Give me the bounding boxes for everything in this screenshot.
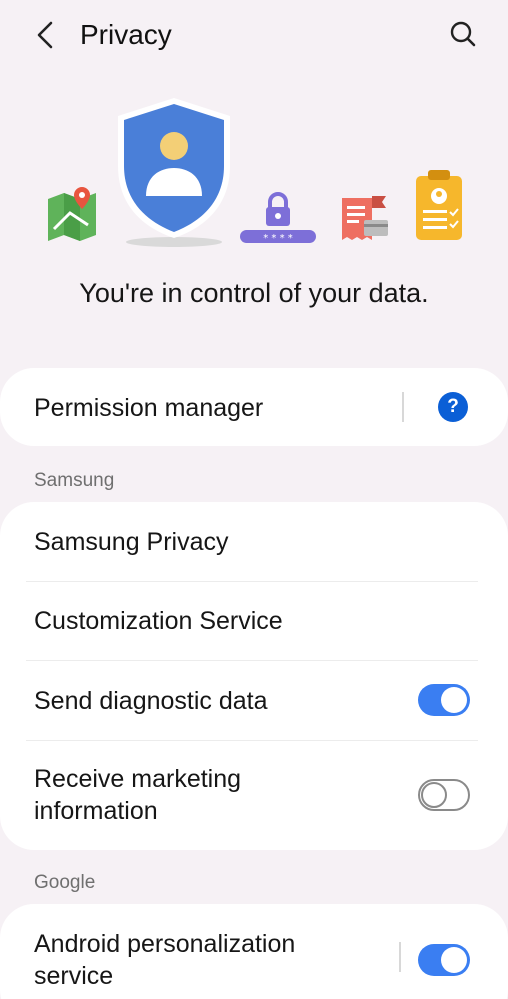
receive-marketing-label: Receive marketing information [34, 763, 241, 827]
toggle-knob [441, 687, 467, 713]
shield-user-icon [118, 98, 230, 247]
divider [402, 392, 404, 422]
permission-manager-row[interactable]: Permission manager ? [0, 368, 508, 446]
samsung-privacy-row[interactable]: Samsung Privacy [0, 502, 508, 581]
android-personalization-toggle[interactable] [418, 944, 470, 976]
samsung-card: Samsung Privacy Customization Service Se… [0, 502, 508, 850]
svg-text:* * * *: * * * * [263, 233, 293, 244]
divider [399, 942, 401, 972]
question-circle-icon[interactable]: ? [438, 392, 468, 422]
chevron-left-icon [37, 21, 53, 49]
receive-marketing-label-line2: information [34, 797, 158, 825]
toggle-knob [441, 947, 467, 973]
app-bar: Privacy [0, 0, 508, 70]
android-personalization-label: Android personalization service [34, 928, 295, 992]
google-card: Android personalization service [0, 904, 508, 999]
receive-marketing-toggle[interactable] [418, 779, 470, 811]
privacy-tagline: You're in control of your data. [79, 278, 429, 308]
customization-service-row[interactable]: Customization Service [0, 582, 508, 660]
map-pin-icon [48, 187, 96, 241]
clipboard-profile-icon [416, 170, 462, 240]
samsung-privacy-label: Samsung Privacy [34, 528, 229, 556]
android-personalization-label-line2: service [34, 962, 114, 990]
receive-marketing-row[interactable]: Receive marketing information [0, 741, 508, 850]
receive-marketing-label-line1: Receive marketing [34, 765, 242, 793]
send-diagnostic-data-toggle[interactable] [418, 684, 470, 716]
privacy-screen: Privacy * * * * You're in control of you… [0, 0, 508, 999]
toggle-knob [421, 782, 447, 808]
send-diagnostic-data-label: Send diagnostic data [34, 687, 268, 715]
android-personalization-label-line1: Android personalization [34, 930, 296, 958]
send-diagnostic-data-row[interactable]: Send diagnostic data [0, 661, 508, 740]
privacy-illustration: * * * * [0, 90, 508, 260]
search-icon [450, 21, 476, 47]
android-personalization-row[interactable]: Android personalization service [0, 904, 508, 999]
page-title: Privacy [80, 19, 172, 50]
back-button[interactable] [30, 18, 60, 52]
permission-card: Permission manager ? [0, 368, 508, 446]
customization-service-label: Customization Service [34, 607, 283, 635]
section-header-samsung: Samsung [34, 470, 115, 491]
search-button[interactable] [446, 17, 480, 51]
section-header-google: Google [34, 872, 96, 893]
password-lock-icon: * * * * [240, 192, 316, 244]
permission-manager-label: Permission manager [34, 394, 264, 422]
receipt-card-icon [342, 196, 388, 240]
